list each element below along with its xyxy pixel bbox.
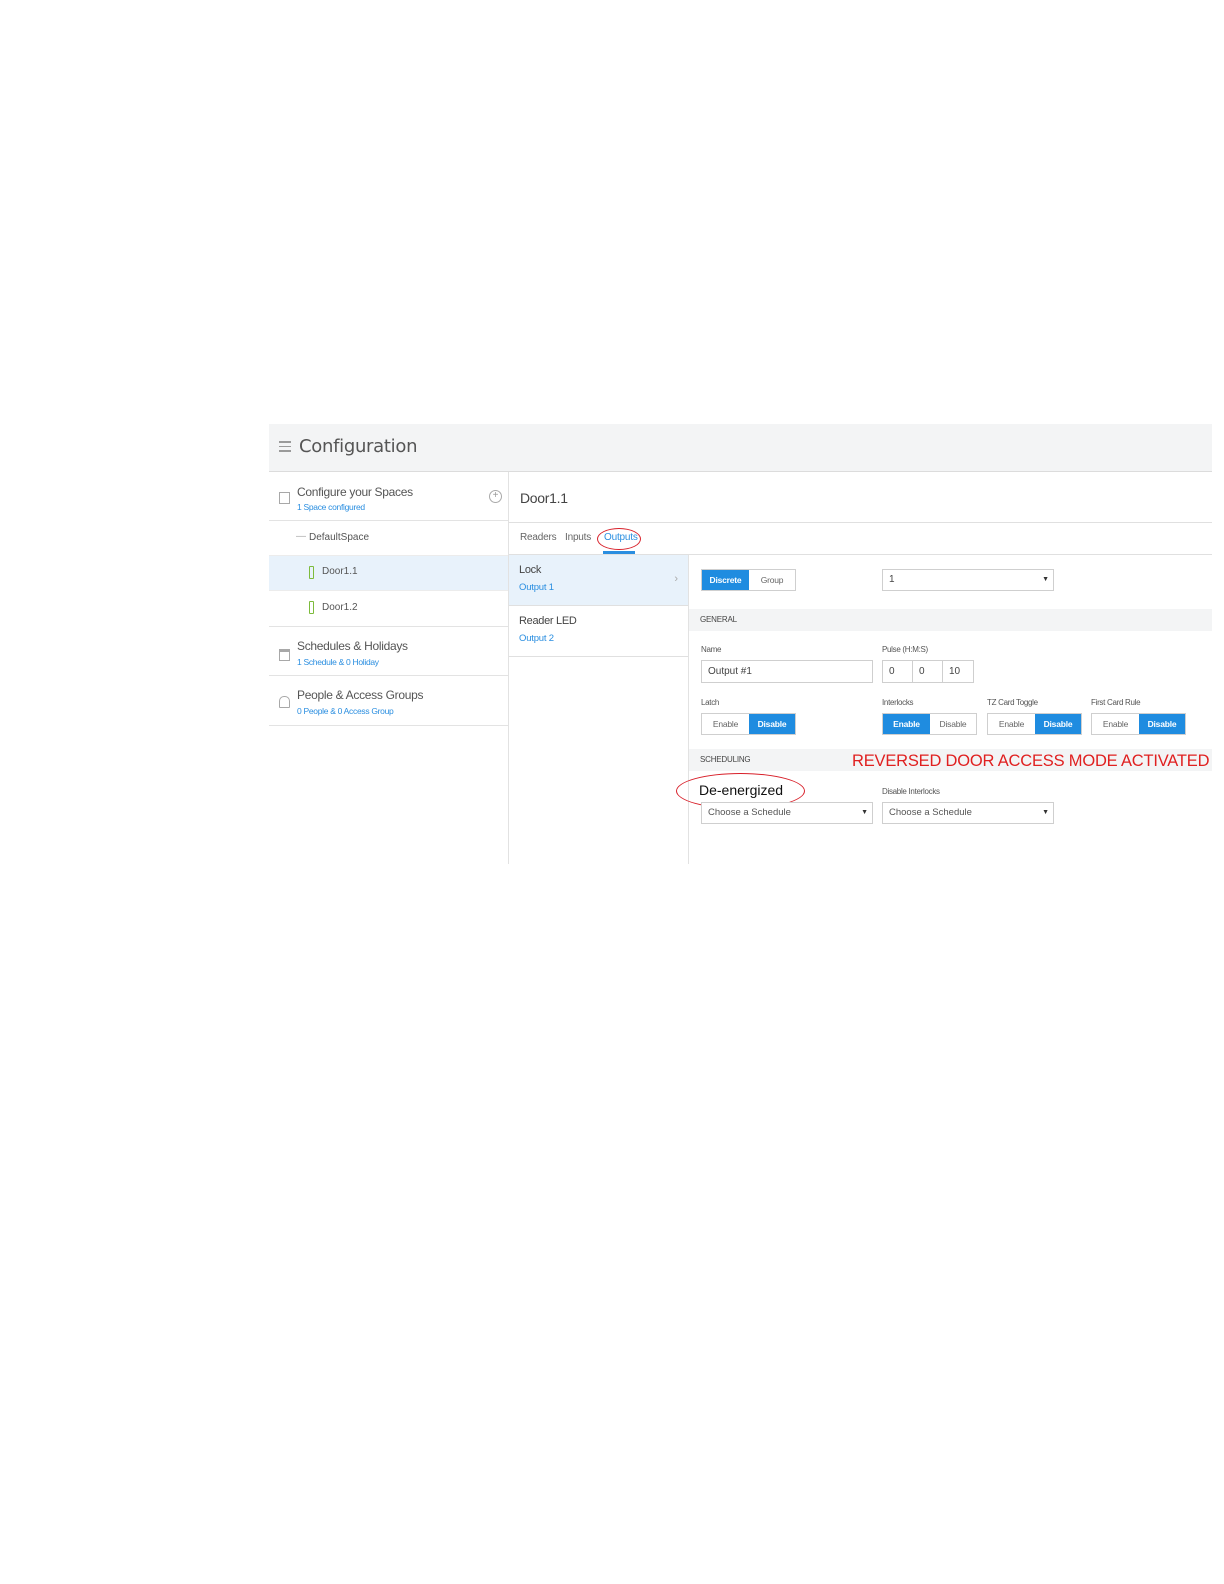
interlocks-label: Interlocks	[882, 698, 914, 707]
output-select[interactable]: 1 ▼	[882, 569, 1054, 591]
tab-bar: Readers Inputs Outputs	[509, 523, 1212, 555]
add-space-icon[interactable]: +	[489, 490, 502, 503]
list-item-lock[interactable]: Lock Output 1 ›	[509, 555, 688, 606]
sidebar-item-label: People & Access Groups	[297, 688, 424, 702]
calendar-icon	[279, 649, 290, 661]
door-title: Door1.1	[520, 490, 568, 506]
tree-item-label: Door1.2	[322, 602, 358, 613]
first-card-rule-label: First Card Rule	[1091, 698, 1141, 707]
tree-item-label: DefaultSpace	[309, 532, 370, 543]
chevron-down-icon: ▼	[861, 809, 868, 816]
output-number: Output 1	[519, 582, 554, 593]
output-detail-panel: Discrete Group 1 ▼ GENERAL Name Output #…	[676, 555, 1212, 864]
door-icon	[309, 601, 314, 614]
pulse-label: Pulse (H:M:S)	[882, 645, 928, 654]
page-title: Configuration	[299, 436, 418, 457]
tz-disable-button[interactable]: Disable	[1035, 714, 1081, 734]
reversed-mode-warning: REVERSED DOOR ACCESS MODE ACTIVATED	[852, 752, 1210, 770]
name-input[interactable]: Output #1	[701, 660, 873, 683]
disable-interlocks-label: Disable Interlocks	[882, 787, 940, 796]
latch-label: Latch	[701, 698, 720, 707]
tree-item-door-1-2[interactable]: Door1.2	[269, 591, 508, 627]
tz-card-toggle-label: TZ Card Toggle	[987, 698, 1038, 707]
sidebar-item-subtitle: 1 Schedule & 0 Holiday	[297, 657, 379, 667]
sidebar-item-label: Configure your Spaces	[297, 485, 413, 499]
pulse-minutes-input[interactable]: 0	[912, 660, 943, 683]
tree-item-door-1-1[interactable]: Door1.1	[269, 556, 508, 591]
tree-item-label: Door1.1	[322, 566, 358, 577]
chevron-right-icon: ›	[674, 573, 678, 585]
menu-icon[interactable]	[279, 441, 291, 452]
pulse-seconds-input[interactable]: 10	[942, 660, 974, 683]
schedule-placeholder: Choose a Schedule	[708, 807, 791, 818]
de-energized-schedule-select[interactable]: Choose a Schedule ▼	[701, 802, 873, 824]
door-header: Door1.1	[509, 472, 1212, 523]
latch-toggle: Enable Disable	[701, 713, 796, 735]
latch-disable-button[interactable]: Disable	[749, 714, 795, 734]
outputs-highlight-circle	[597, 528, 641, 550]
output-name: Reader LED	[519, 615, 577, 627]
general-section-header: GENERAL	[689, 609, 1212, 631]
tree-item-default-space[interactable]: — DefaultSpace	[269, 521, 508, 556]
sidebar-item-subtitle: 0 People & 0 Access Group	[297, 706, 394, 716]
space-icon	[279, 492, 290, 504]
outputs-list: Lock Output 1 › Reader LED Output 2	[509, 555, 689, 864]
top-bar: Configuration	[269, 424, 1212, 472]
interlocks-disable-button[interactable]: Disable	[930, 714, 976, 734]
configuration-app: Configuration Configure your Spaces 1 Sp…	[269, 424, 1212, 864]
sidebar: Configure your Spaces 1 Space configured…	[269, 472, 509, 864]
tz-enable-button[interactable]: Enable	[988, 714, 1035, 734]
active-tab-indicator	[603, 551, 635, 554]
schedule-placeholder: Choose a Schedule	[889, 807, 972, 818]
latch-enable-button[interactable]: Enable	[702, 714, 749, 734]
sidebar-item-spaces[interactable]: Configure your Spaces 1 Space configured…	[269, 472, 508, 521]
interlocks-enable-button[interactable]: Enable	[883, 714, 930, 734]
output-select-value: 1	[889, 574, 895, 585]
first-card-enable-button[interactable]: Enable	[1092, 714, 1139, 734]
disable-interlocks-schedule-select[interactable]: Choose a Schedule ▼	[882, 802, 1054, 824]
tab-inputs[interactable]: Inputs	[565, 532, 591, 543]
sidebar-item-subtitle: 1 Space configured	[297, 502, 365, 512]
pulse-hours-input[interactable]: 0	[882, 660, 913, 683]
output-name: Lock	[519, 564, 542, 576]
people-icon	[279, 696, 290, 708]
output-number: Output 2	[519, 633, 554, 644]
name-label: Name	[701, 645, 722, 654]
first-card-rule-toggle: Enable Disable	[1091, 713, 1186, 735]
door-icon	[309, 566, 314, 579]
list-item-reader-led[interactable]: Reader LED Output 2	[509, 606, 688, 657]
interlocks-toggle: Enable Disable	[882, 713, 977, 735]
sidebar-item-label: Schedules & Holidays	[297, 639, 408, 653]
collapse-icon[interactable]: —	[296, 531, 306, 542]
sidebar-item-people[interactable]: People & Access Groups 0 People & 0 Acce…	[269, 676, 508, 726]
tz-card-toggle: Enable Disable	[987, 713, 1082, 735]
tab-readers[interactable]: Readers	[520, 532, 557, 543]
group-button[interactable]: Group	[749, 570, 795, 590]
sidebar-item-schedules[interactable]: Schedules & Holidays 1 Schedule & 0 Holi…	[269, 627, 508, 676]
chevron-down-icon: ▼	[1042, 576, 1049, 583]
first-card-disable-button[interactable]: Disable	[1139, 714, 1185, 734]
mode-toggle: Discrete Group	[701, 569, 796, 591]
discrete-button[interactable]: Discrete	[702, 570, 749, 590]
chevron-down-icon: ▼	[1042, 809, 1049, 816]
